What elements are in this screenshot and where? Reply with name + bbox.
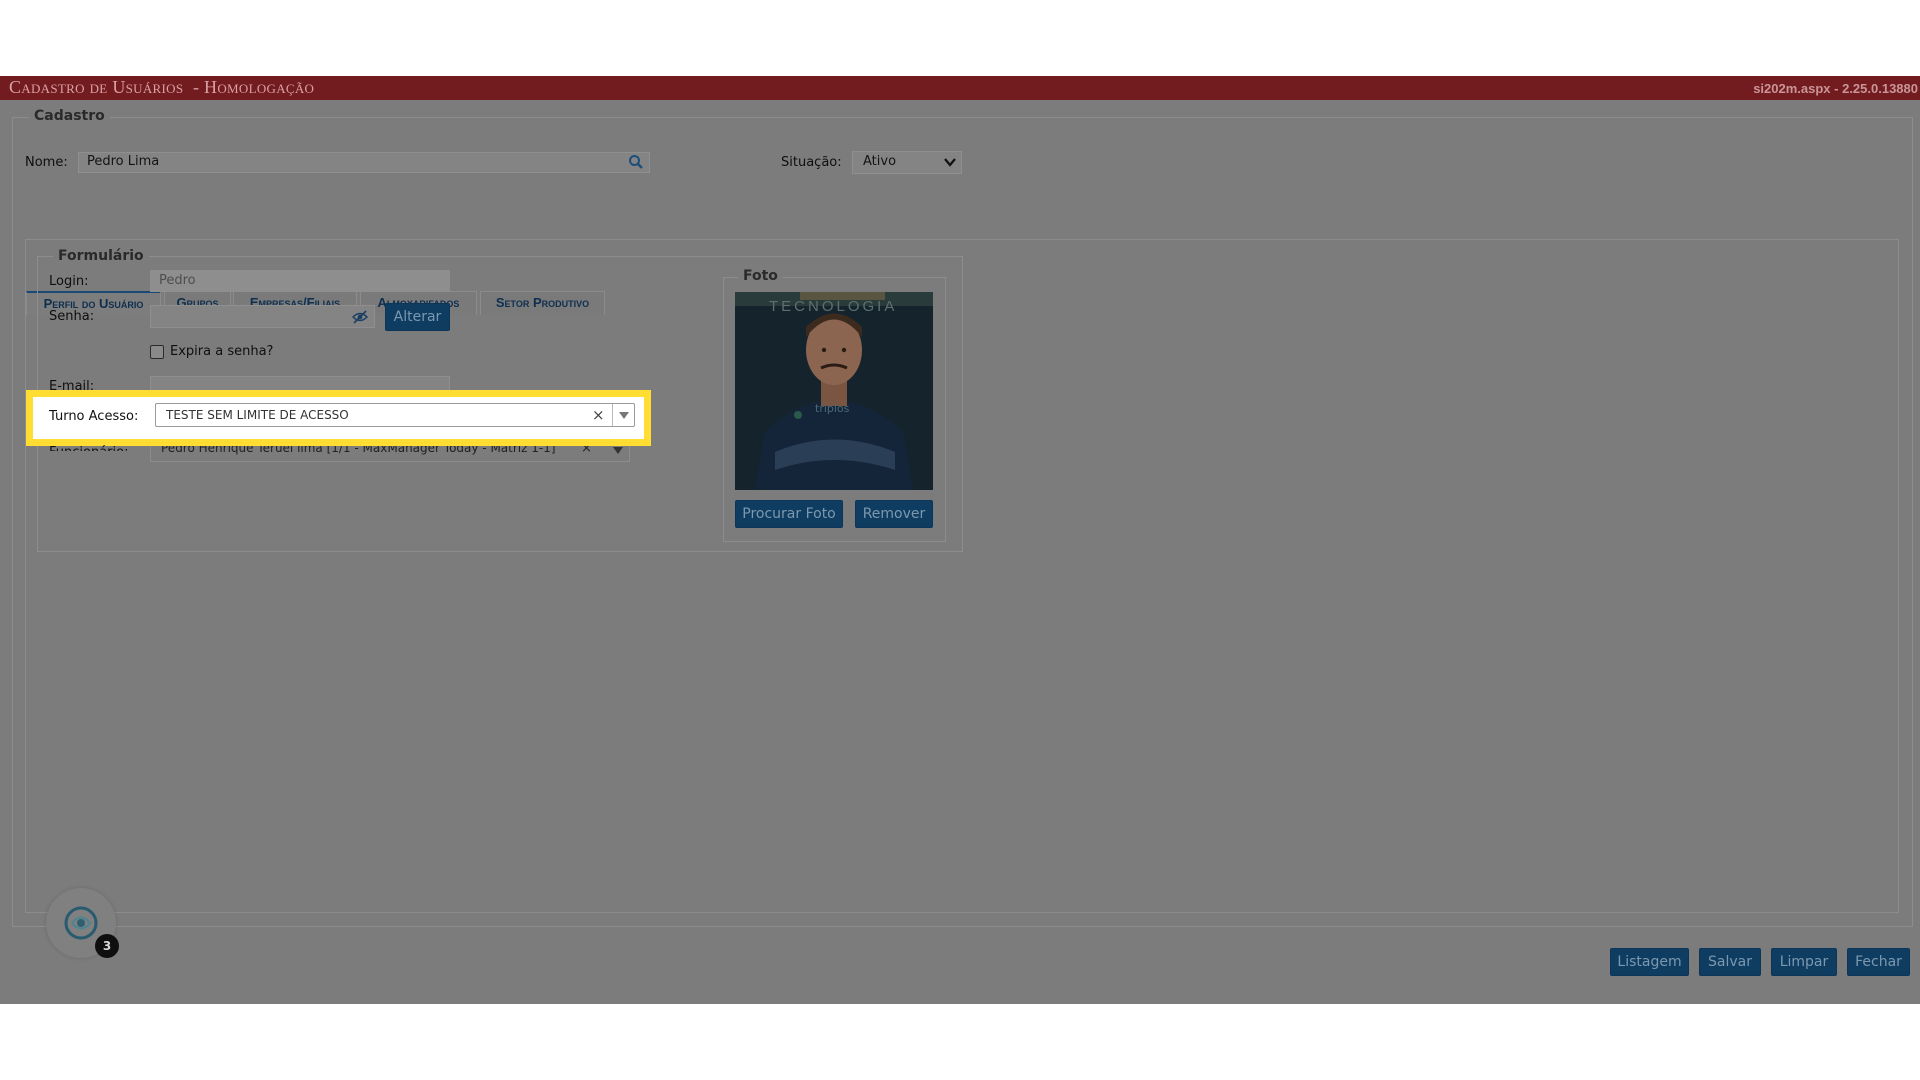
senha-input[interactable] xyxy=(150,305,375,328)
login-label: Login: xyxy=(49,274,89,289)
nome-input[interactable]: Pedro Lima xyxy=(78,152,650,173)
eye-off-icon[interactable] xyxy=(352,309,368,325)
chat-widget[interactable]: 3 xyxy=(46,888,119,958)
salvar-button[interactable]: Salvar xyxy=(1699,948,1761,976)
title-bar: Cadastro de Usuários - Homologação si202… xyxy=(0,76,1920,100)
login-input[interactable]: Pedro xyxy=(150,270,450,292)
page-title: Cadastro de Usuários - Homologação xyxy=(9,77,315,97)
clear-icon[interactable]: × xyxy=(592,406,605,424)
chat-badge: 3 xyxy=(95,934,119,958)
cadastro-legend: Cadastro xyxy=(29,108,110,124)
procurar-foto-button[interactable]: Procurar Foto xyxy=(735,500,843,528)
app-window: Cadastro de Usuários - Homologação si202… xyxy=(0,76,1920,1004)
chevron-down-icon xyxy=(613,447,623,454)
situacao-value: Ativo xyxy=(863,154,897,169)
turno-highlight-box: Turno Acesso: TESTE SEM LIMITE DE ACESSO… xyxy=(26,390,651,446)
expira-label[interactable]: Expira a senha? xyxy=(170,344,273,359)
search-icon[interactable] xyxy=(628,154,644,170)
user-photo: TECNOLOGIA triplos xyxy=(735,292,933,490)
turno-value: TESTE SEM LIMITE DE ACESSO xyxy=(166,408,349,422)
alterar-button[interactable]: Alterar xyxy=(385,303,450,331)
formulario-legend: Formulário xyxy=(53,248,149,264)
remover-button[interactable]: Remover xyxy=(855,500,933,528)
chat-icon xyxy=(64,906,98,940)
foto-legend: Foto xyxy=(738,268,783,284)
turno-select[interactable]: TESTE SEM LIMITE DE ACESSO × xyxy=(155,403,635,427)
photo-text: TECNOLOGIA xyxy=(769,298,898,315)
version-label: si202m.aspx - 2.25.0.13880 xyxy=(1753,81,1918,96)
shirt-text: triplos xyxy=(815,402,850,415)
turno-dropdown-toggle[interactable] xyxy=(612,404,635,426)
turno-label: Turno Acesso: xyxy=(49,409,139,424)
funcionario-select[interactable]: Pedro Henrique Teruel lima [1/1 - MaxMan… xyxy=(150,446,630,462)
turno-row: Turno Acesso: TESTE SEM LIMITE DE ACESSO… xyxy=(33,397,644,439)
expira-checkbox[interactable] xyxy=(150,345,164,359)
clear-icon[interactable]: × xyxy=(581,446,592,456)
listagem-button[interactable]: Listagem xyxy=(1610,948,1689,976)
limpar-button[interactable]: Limpar xyxy=(1771,948,1837,976)
situacao-label: Situação: xyxy=(781,155,842,170)
fechar-button[interactable]: Fechar xyxy=(1847,948,1910,976)
funcionario-label: Funcionário: xyxy=(49,439,128,451)
chevron-down-icon xyxy=(944,158,956,167)
funcionario-value: Pedro Henrique Teruel lima [1/1 - MaxMan… xyxy=(161,446,556,455)
chevron-down-icon xyxy=(619,412,629,419)
senha-label: Senha: xyxy=(49,309,95,324)
nome-label: Nome: xyxy=(25,155,68,170)
